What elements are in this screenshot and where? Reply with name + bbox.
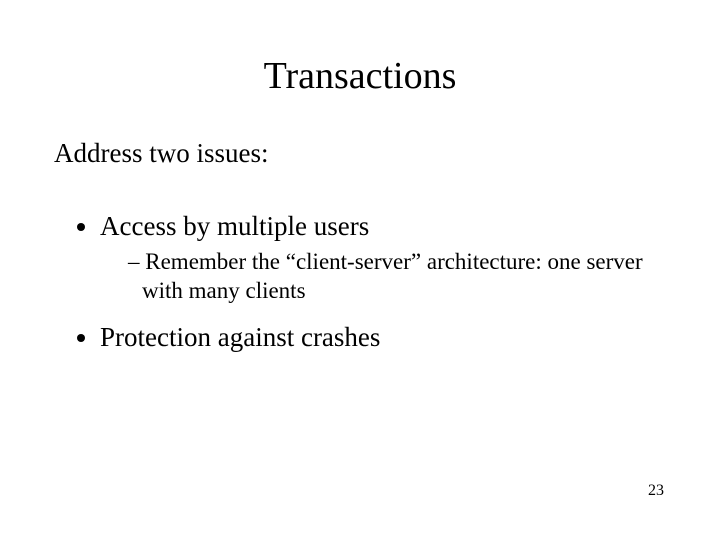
list-item: Protection against crashes <box>100 322 666 353</box>
page-number: 23 <box>648 482 664 500</box>
sub-list-item: Remember the “client-server” architectur… <box>128 248 666 306</box>
slide: Transactions Address two issues: Access … <box>0 0 720 540</box>
slide-intro: Address two issues: <box>54 138 666 169</box>
slide-title: Transactions <box>54 54 666 98</box>
bullet-text: Protection against crashes <box>100 322 380 352</box>
bullet-list: Access by multiple users Remember the “c… <box>54 211 666 353</box>
sub-list: Remember the “client-server” architectur… <box>100 248 666 306</box>
list-item: Access by multiple users Remember the “c… <box>100 211 666 306</box>
bullet-text: Access by multiple users <box>100 211 369 241</box>
